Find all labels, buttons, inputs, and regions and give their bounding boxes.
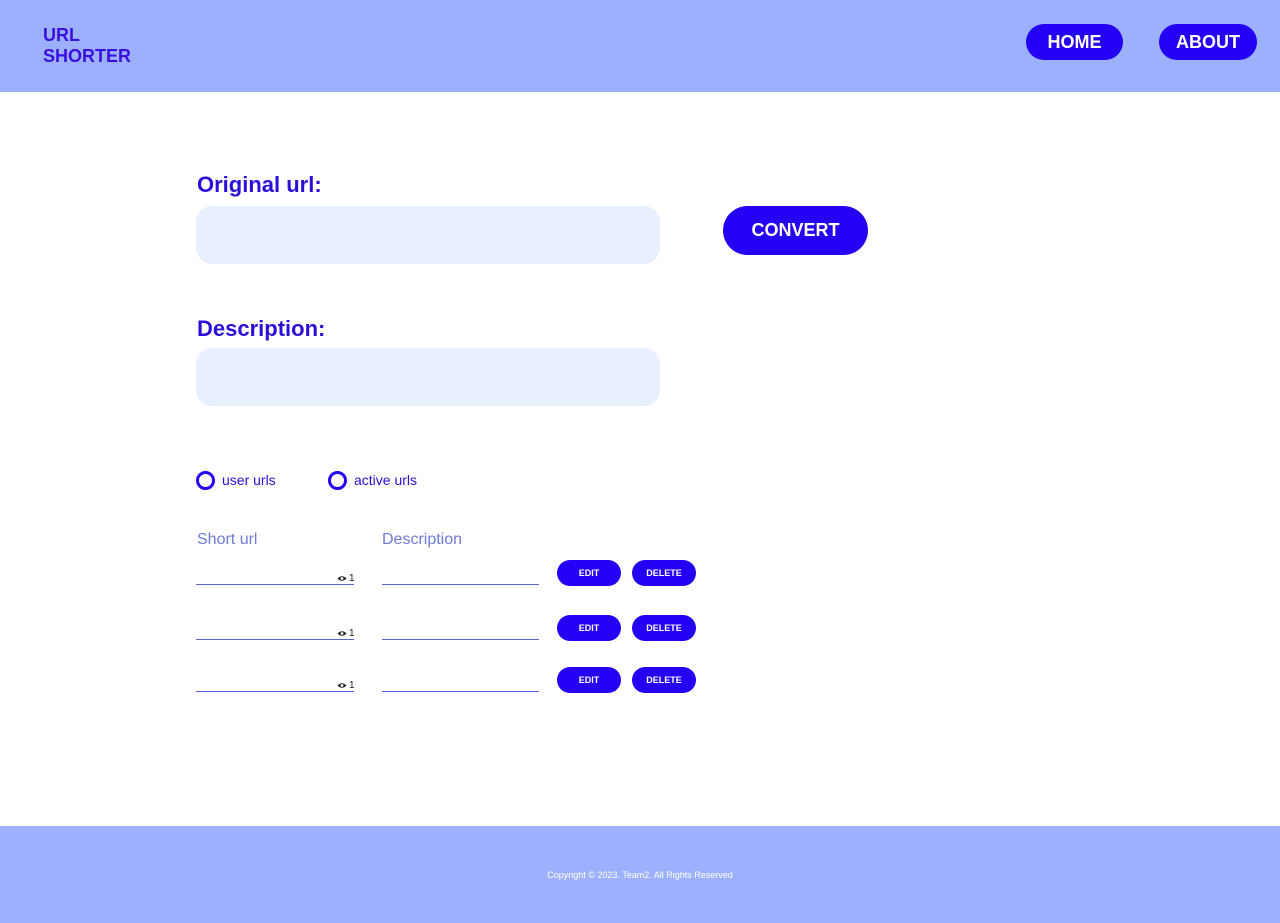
- description-field[interactable]: [382, 639, 539, 640]
- logo[interactable]: URL SHORTER: [43, 25, 131, 67]
- view-count-value: 1: [349, 628, 355, 639]
- view-count: 1: [337, 680, 355, 691]
- logo-line-1: URL: [43, 25, 80, 45]
- edit-button[interactable]: EDIT: [557, 667, 621, 693]
- view-count: 1: [337, 573, 355, 584]
- description-label: Description:: [197, 316, 326, 341]
- delete-button[interactable]: DELETE: [632, 560, 696, 586]
- original-url-input[interactable]: [196, 206, 660, 264]
- short-url-field[interactable]: [196, 691, 354, 692]
- radio-user-urls-label: user urls: [222, 472, 276, 488]
- description-column-header: Description: [382, 531, 463, 548]
- description-input[interactable]: [196, 348, 660, 406]
- original-url-label: Original url:: [197, 172, 322, 197]
- view-count: 1: [337, 628, 355, 639]
- eye-icon: [337, 631, 347, 636]
- view-count-value: 1: [349, 573, 355, 584]
- eye-icon: [337, 683, 347, 688]
- short-url-column-header: Short url: [197, 531, 258, 548]
- edit-button[interactable]: EDIT: [557, 560, 621, 586]
- header: URL SHORTER HOME ABOUT: [0, 0, 1280, 92]
- radio-active-urls[interactable]: active urls: [328, 470, 417, 490]
- delete-button[interactable]: DELETE: [632, 667, 696, 693]
- radio-user-urls[interactable]: user urls: [196, 470, 276, 490]
- radio-circle[interactable]: [196, 470, 215, 490]
- logo-line-2: SHORTER: [43, 46, 132, 66]
- copyright-text: Copyright © 2023. Team2. All Rights Rese…: [547, 870, 733, 880]
- short-url-field[interactable]: [196, 584, 354, 585]
- nav-home-button[interactable]: HOME: [1026, 24, 1123, 60]
- footer: Copyright © 2023. Team2. All Rights Rese…: [0, 826, 1280, 923]
- description-field[interactable]: [382, 691, 539, 692]
- view-count-value: 1: [349, 680, 355, 691]
- radio-circle[interactable]: [328, 470, 347, 490]
- delete-button[interactable]: DELETE: [632, 615, 696, 641]
- convert-button[interactable]: CONVERT: [723, 206, 868, 255]
- edit-button[interactable]: EDIT: [557, 615, 621, 641]
- radio-active-urls-label: active urls: [354, 472, 418, 488]
- nav-about-button[interactable]: ABOUT: [1159, 24, 1257, 60]
- eye-icon: [337, 576, 347, 581]
- short-url-field[interactable]: [196, 639, 354, 640]
- description-field[interactable]: [382, 584, 539, 585]
